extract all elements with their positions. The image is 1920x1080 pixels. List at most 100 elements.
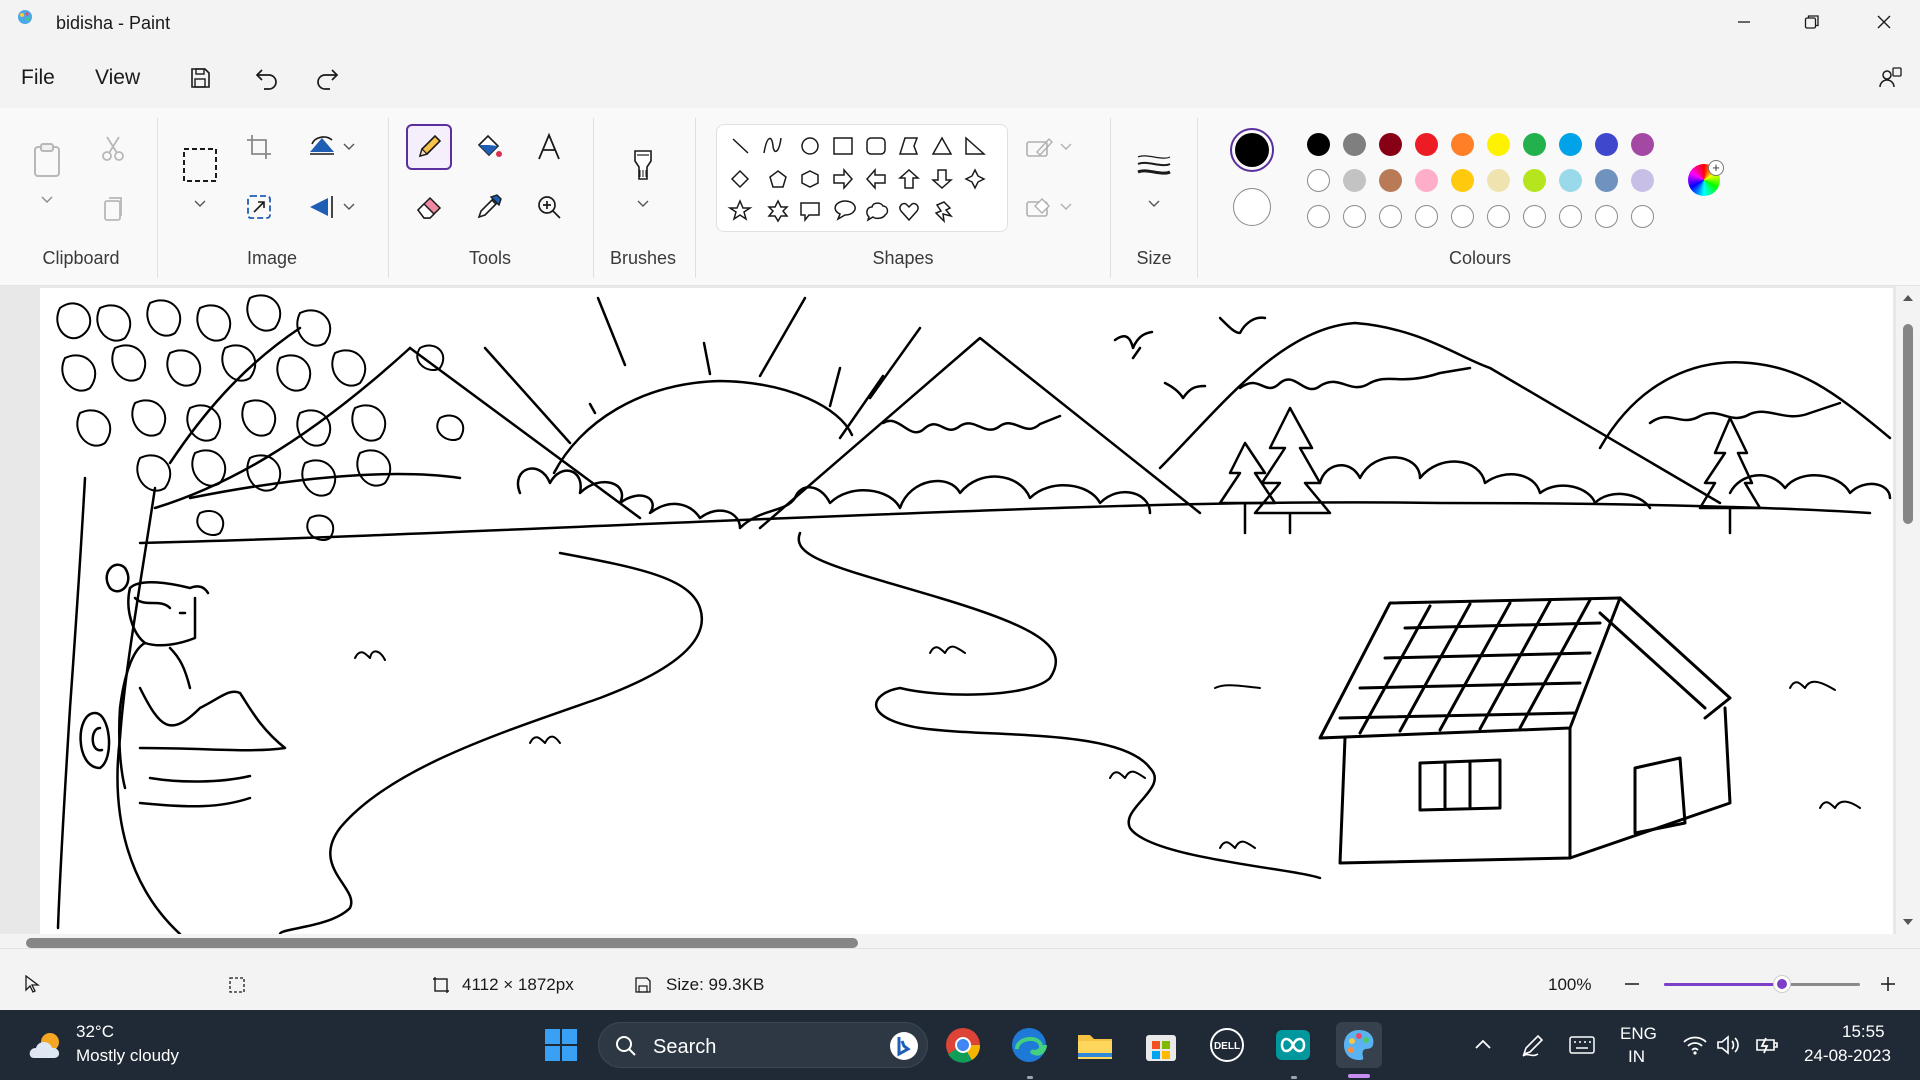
size-button[interactable] [1131, 142, 1177, 188]
five-point-star-shape-icon[interactable] [727, 199, 753, 221]
up-arrow-shape-icon[interactable] [898, 168, 920, 189]
menu-file[interactable]: File [21, 66, 55, 90]
right-arrow-shape-icon[interactable] [833, 168, 854, 190]
language-region[interactable]: IN [1628, 1047, 1645, 1067]
right-triangle-shape-icon[interactable] [965, 136, 986, 155]
clock-time[interactable]: 15:55 [1842, 1022, 1885, 1042]
horizontal-scroll-thumb[interactable] [26, 938, 858, 948]
undo-button[interactable] [247, 58, 287, 98]
rectangle-shape-icon[interactable] [833, 137, 853, 155]
custom-color-slot[interactable] [1307, 205, 1330, 228]
custom-color-slot[interactable] [1559, 205, 1582, 228]
vertical-scroll-thumb[interactable] [1903, 324, 1913, 524]
palette-swatch[interactable] [1487, 133, 1510, 156]
secondary-color-button[interactable] [1233, 188, 1271, 226]
custom-color-slot[interactable] [1379, 205, 1402, 228]
paste-button[interactable] [24, 132, 70, 188]
rectangular-callout-shape-icon[interactable] [800, 202, 820, 223]
custom-color-slot[interactable] [1487, 205, 1510, 228]
palette-swatch[interactable] [1415, 169, 1438, 192]
weather-cloud-icon[interactable] [26, 1028, 66, 1062]
battery-charging-icon[interactable] [1754, 1034, 1780, 1056]
weather-temperature[interactable]: 32°C [76, 1022, 114, 1042]
palette-swatch[interactable] [1343, 169, 1366, 192]
chevron-up-icon[interactable] [1474, 1038, 1492, 1050]
palette-swatch[interactable] [1559, 133, 1582, 156]
palette-swatch[interactable] [1415, 133, 1438, 156]
lightning-shape-icon[interactable] [934, 201, 954, 224]
dell-app[interactable]: DELL [1204, 1022, 1250, 1068]
select-button[interactable] [177, 142, 223, 188]
palette-swatch[interactable] [1451, 169, 1474, 192]
custom-color-slot[interactable] [1451, 205, 1474, 228]
file-explorer-app[interactable] [1072, 1022, 1118, 1068]
rounded-rectangle-shape-icon[interactable] [866, 137, 886, 155]
cloud-callout-shape-icon[interactable] [866, 202, 889, 222]
scroll-down-icon[interactable] [1902, 918, 1914, 926]
color-picker-tool[interactable] [466, 184, 512, 230]
palette-swatch[interactable] [1307, 133, 1330, 156]
brushes-dropdown[interactable] [620, 192, 666, 216]
palette-swatch[interactable] [1379, 133, 1402, 156]
oval-callout-shape-icon[interactable] [834, 200, 856, 221]
scroll-up-icon[interactable] [1902, 294, 1914, 302]
outline-button[interactable] [1020, 124, 1080, 170]
line-shape-icon[interactable] [732, 138, 749, 154]
size-dropdown[interactable] [1131, 192, 1177, 216]
menu-view[interactable]: View [95, 66, 140, 90]
down-arrow-shape-icon[interactable] [931, 169, 953, 190]
brushes-button[interactable] [620, 142, 666, 188]
taskbar-search[interactable]: Search [598, 1022, 928, 1068]
zoom-in-icon[interactable] [1880, 976, 1896, 992]
redo-button[interactable] [307, 58, 347, 98]
volume-icon[interactable] [1716, 1034, 1740, 1056]
crop-button[interactable] [236, 124, 282, 170]
palette-swatch[interactable] [1559, 169, 1582, 192]
eraser-tool[interactable] [406, 184, 452, 230]
wifi-icon[interactable] [1682, 1034, 1708, 1056]
triangle-shape-icon[interactable] [931, 136, 953, 155]
chrome-app[interactable] [940, 1022, 986, 1068]
curve-shape-icon[interactable] [763, 137, 782, 154]
custom-color-slot[interactable] [1415, 205, 1438, 228]
custom-color-slot[interactable] [1631, 205, 1654, 228]
edge-app[interactable] [1006, 1022, 1052, 1068]
pencil-tool[interactable] [406, 124, 452, 170]
paint-app[interactable] [1336, 1022, 1382, 1068]
flip-button[interactable] [296, 184, 366, 230]
save-button[interactable] [180, 58, 220, 98]
palette-swatch[interactable] [1523, 169, 1546, 192]
polygon-shape-icon[interactable] [898, 137, 919, 155]
primary-color-button[interactable] [1230, 128, 1274, 172]
resize-button[interactable] [236, 184, 282, 230]
palette-swatch[interactable] [1595, 169, 1618, 192]
palette-swatch[interactable] [1487, 169, 1510, 192]
paste-dropdown[interactable] [24, 188, 70, 212]
keyboard-icon[interactable] [1568, 1034, 1596, 1056]
zoom-slider[interactable] [1664, 975, 1860, 993]
text-tool[interactable] [526, 124, 572, 170]
left-arrow-shape-icon[interactable] [865, 168, 886, 190]
palette-swatch[interactable] [1523, 133, 1546, 156]
drawing-canvas[interactable] [40, 288, 1893, 934]
restore-button[interactable] [1778, 0, 1846, 44]
rotate-button[interactable] [296, 124, 366, 170]
six-point-star-shape-icon[interactable] [767, 199, 789, 223]
zoom-slider-thumb[interactable] [1772, 975, 1791, 993]
diamond-shape-icon[interactable] [730, 169, 750, 189]
zoom-level[interactable]: 100% [1548, 975, 1591, 995]
custom-color-slot[interactable] [1523, 205, 1546, 228]
fill-tool[interactable] [466, 124, 512, 170]
store-app[interactable] [1138, 1022, 1184, 1068]
cut-button[interactable] [90, 126, 136, 172]
shape-fill-button[interactable] [1020, 184, 1080, 230]
palette-swatch[interactable] [1379, 169, 1402, 192]
pentagon-shape-icon[interactable] [769, 170, 787, 188]
close-button[interactable] [1850, 0, 1918, 44]
palette-swatch[interactable] [1631, 133, 1654, 156]
account-button[interactable] [1870, 58, 1910, 98]
start-button[interactable] [538, 1022, 584, 1068]
palette-swatch[interactable] [1451, 133, 1474, 156]
palette-swatch[interactable] [1307, 169, 1330, 192]
custom-color-slot[interactable] [1343, 205, 1366, 228]
